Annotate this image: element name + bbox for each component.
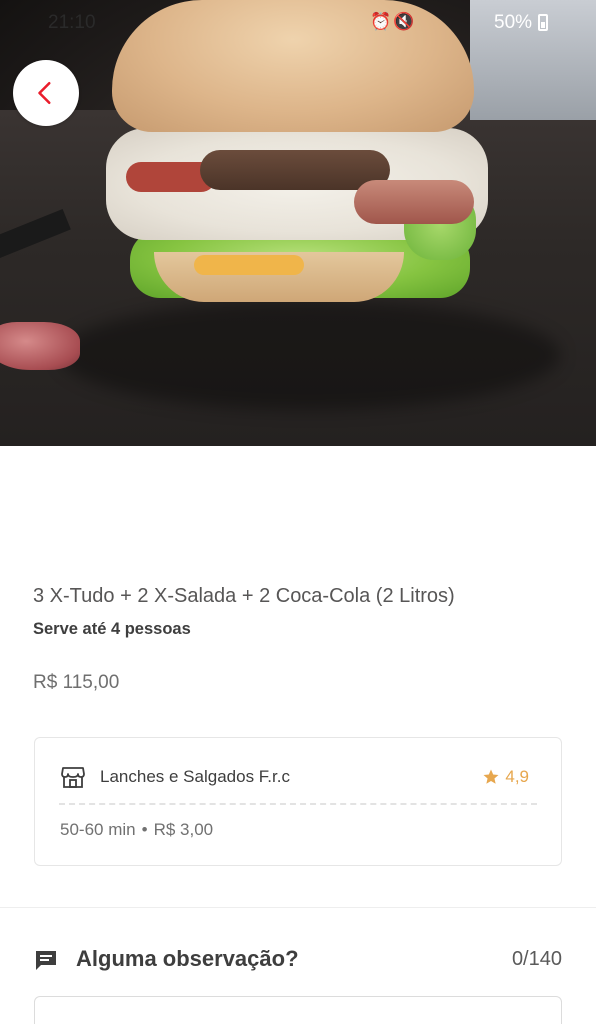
chevron-left-icon xyxy=(38,81,51,105)
photo-ham-slice xyxy=(0,322,80,370)
store-icon xyxy=(61,767,85,788)
delivery-fee: R$ 3,00 xyxy=(153,820,214,839)
card-divider xyxy=(59,803,537,805)
comment-icon xyxy=(36,951,56,970)
burger-illustration xyxy=(104,0,496,330)
product-price: R$ 115,00 xyxy=(33,672,120,693)
product-serves: Serve até 4 pessoas xyxy=(33,620,191,638)
status-time: 21:10 xyxy=(48,12,96,33)
status-icons: ⏰🔇 xyxy=(370,12,417,31)
burger-bacon xyxy=(354,180,474,224)
observation-input[interactable] xyxy=(34,996,562,1024)
battery-percent: 50% xyxy=(494,12,533,33)
battery-icon xyxy=(538,14,548,31)
store-card[interactable]: Lanches e Salgados F.r.c 4,9 50-60 min • R… xyxy=(34,737,562,866)
back-button[interactable] xyxy=(13,60,79,126)
section-divider xyxy=(0,907,596,908)
delivery-info: 50-60 min • R$ 3,00 xyxy=(60,820,213,840)
product-photo xyxy=(0,0,596,446)
product-title: 3 X-Tudo + 2 X-Salada + 2 Coca-Cola (2 L… xyxy=(33,585,455,607)
observation-label: Alguma observação? xyxy=(76,946,299,971)
burger-cheese xyxy=(194,255,304,275)
star-icon xyxy=(483,769,499,784)
rating-value: 4,9 xyxy=(505,767,529,786)
separator-dot: • xyxy=(141,820,148,839)
status-bar: 21:10 ⏰🔇 50% xyxy=(0,0,596,44)
observation-counter: 0/140 xyxy=(511,948,562,970)
store-name: Lanches e Salgados F.r.c xyxy=(100,767,290,786)
delivery-time: 50-60 min xyxy=(60,820,136,839)
store-rating: 4,9 xyxy=(482,767,529,787)
